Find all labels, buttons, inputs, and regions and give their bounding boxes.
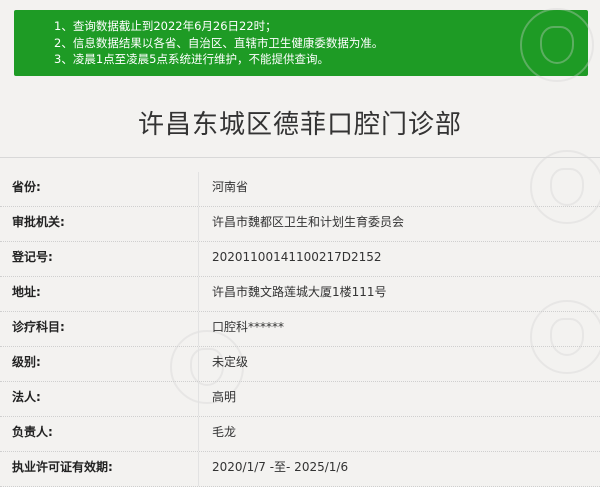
row-value: 许昌市魏文路莲城大厦1楼111号 xyxy=(212,285,387,299)
column-divider xyxy=(198,207,199,241)
column-divider xyxy=(198,242,199,276)
row-value: 未定级 xyxy=(212,355,249,369)
row-value: 2020/1/7 -至- 2025/1/6 xyxy=(212,460,349,474)
table-row-province: 省份: 河南省 xyxy=(0,172,600,207)
row-label: 级别: xyxy=(12,355,41,369)
row-value: 河南省 xyxy=(212,180,249,194)
column-divider xyxy=(198,312,199,346)
row-value: 口腔科****** xyxy=(212,320,285,334)
column-divider xyxy=(198,277,199,311)
notice-line: 2、信息数据结果以各省、自治区、直辖市卫生健康委数据为准。 xyxy=(54,35,384,50)
column-divider xyxy=(198,417,199,451)
notice-banner: 1、查询数据截止到2022年6月26日22时； 2、信息数据结果以各省、自治区、… xyxy=(14,10,588,76)
row-label: 登记号: xyxy=(12,250,53,264)
row-label: 负责人: xyxy=(12,425,53,439)
column-divider xyxy=(198,347,199,381)
row-value: 许昌市魏都区卫生和计划生育委员会 xyxy=(212,215,405,229)
row-label: 省份: xyxy=(12,180,41,194)
table-row-approval-authority: 审批机关: 许昌市魏都区卫生和计划生育委员会 xyxy=(0,207,600,242)
column-divider xyxy=(198,172,199,206)
notice-line: 3、凌晨1点至凌晨5点系统进行维护，不能提供查询。 xyxy=(54,52,329,66)
table-row-person-in-charge: 负责人: 毛龙 xyxy=(0,417,600,452)
table-row-address: 地址: 许昌市魏文路莲城大厦1楼111号 xyxy=(0,277,600,312)
table-row-level: 级别: 未定级 xyxy=(0,347,600,382)
row-label: 诊疗科目: xyxy=(12,320,65,334)
table-row-registration-number: 登记号: 20201100141100217D2152 xyxy=(0,242,600,277)
page-title: 许昌东城区德菲口腔门诊部 xyxy=(137,110,462,140)
notice-line: 1、查询数据截止到2022年6月26日22时； xyxy=(54,19,277,33)
title-divider xyxy=(0,157,600,158)
row-value: 高明 xyxy=(212,390,237,404)
column-divider xyxy=(198,382,199,416)
table-row-legal-person: 法人: 高明 xyxy=(0,382,600,417)
row-label: 地址: xyxy=(12,285,41,299)
row-label: 执业许可证有效期: xyxy=(12,460,113,474)
row-value: 毛龙 xyxy=(212,425,237,439)
row-label: 法人: xyxy=(12,390,41,404)
info-table: 省份: 河南省 审批机关: 许昌市魏都区卫生和计划生育委员会 登记号: 2020… xyxy=(0,172,600,487)
table-row-treatment-subjects: 诊疗科目: 口腔科****** xyxy=(0,312,600,347)
column-divider xyxy=(198,452,199,486)
row-label: 审批机关: xyxy=(12,215,65,229)
row-value: 20201100141100217D2152 xyxy=(212,250,382,264)
